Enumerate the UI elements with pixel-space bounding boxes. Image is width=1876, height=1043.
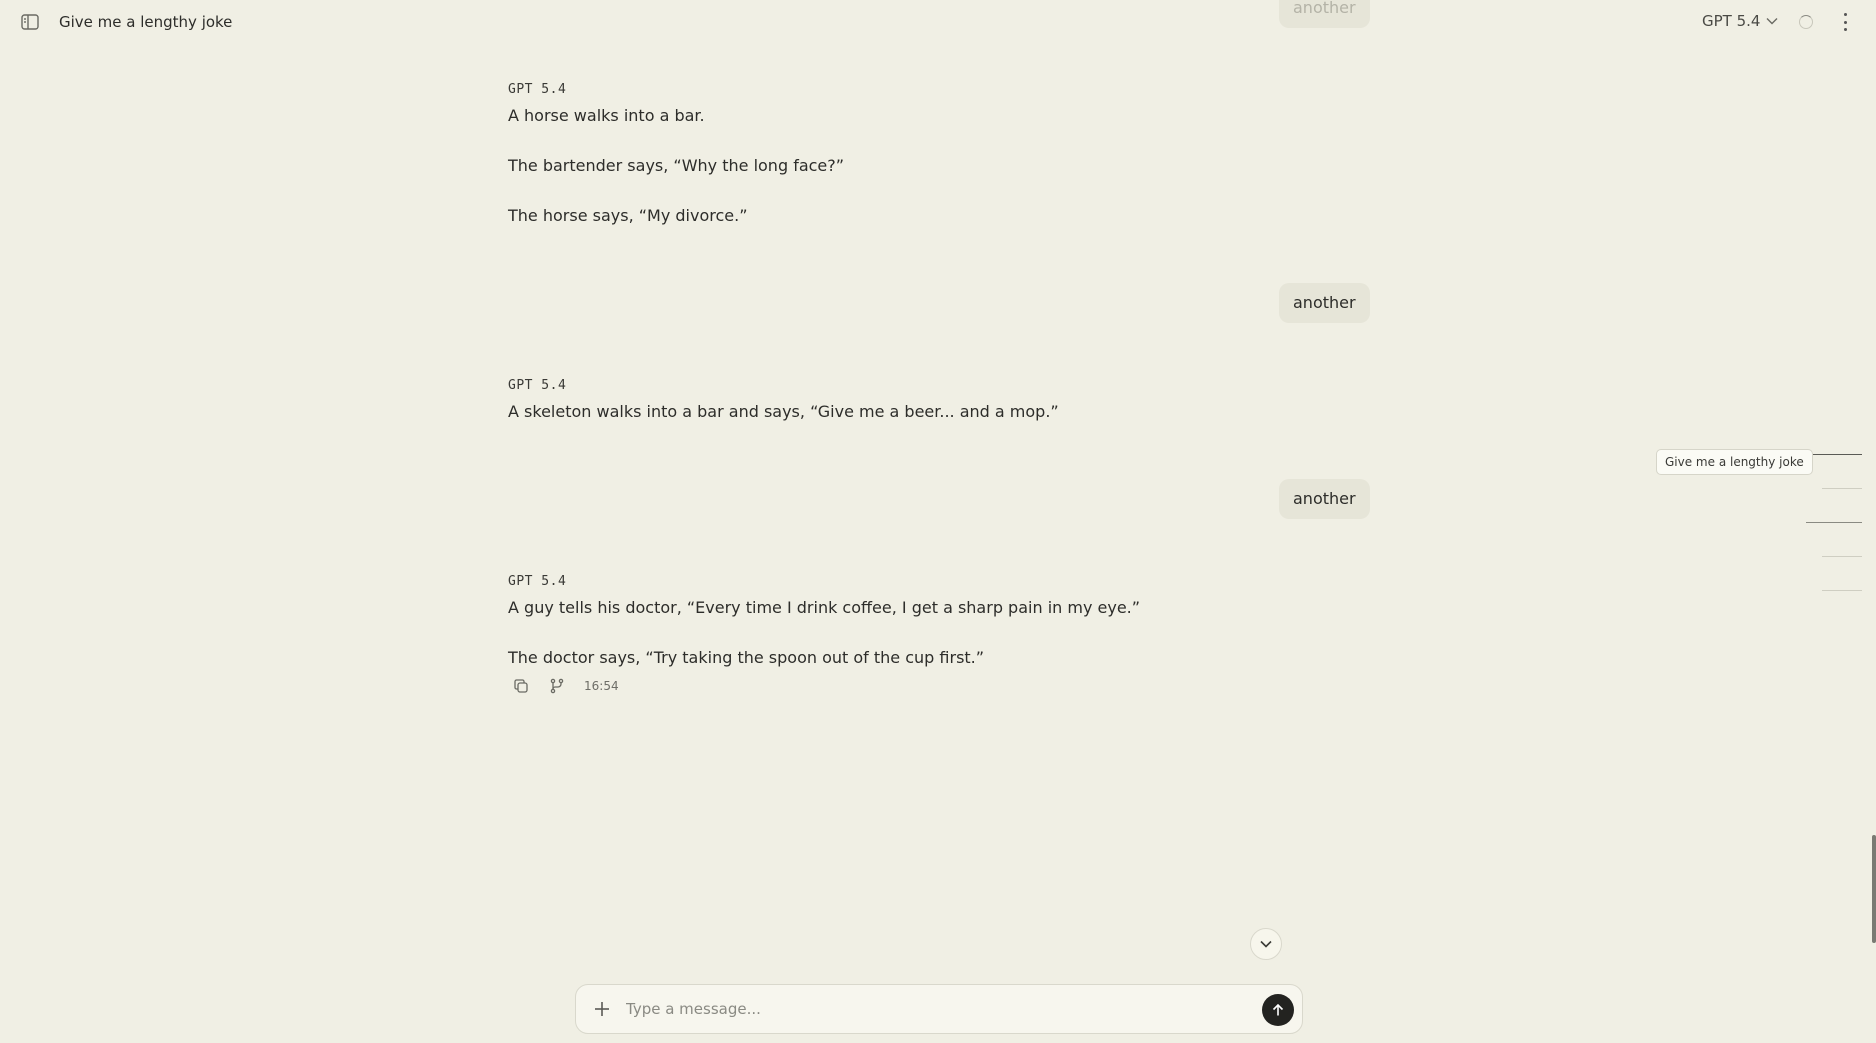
spinner-icon [1799, 15, 1813, 29]
arrow-up-icon [1272, 1003, 1284, 1016]
plus-icon[interactable] [592, 999, 612, 1019]
minimap-marker[interactable] [1822, 590, 1862, 591]
message-timestamp: 16:54 [584, 679, 619, 693]
message-actions: 16:54 [512, 677, 619, 695]
assistant-message-line: The doctor says, “Try taking the spoon o… [508, 648, 985, 667]
user-message: another [1279, 479, 1370, 519]
branch-icon[interactable] [548, 677, 566, 695]
send-button[interactable] [1262, 994, 1294, 1026]
assistant-model-label: GPT 5.4 [508, 378, 567, 393]
minimap-marker[interactable] [1822, 488, 1862, 489]
assistant-model-label: GPT 5.4 [508, 82, 567, 97]
chat-title: Give me a lengthy joke [59, 13, 233, 31]
copy-icon[interactable] [512, 677, 530, 695]
assistant-message-line: A skeleton walks into a bar and says, “G… [508, 402, 1059, 421]
minimap-marker[interactable] [1822, 556, 1862, 557]
assistant-message-line: The horse says, “My divorce.” [508, 206, 748, 225]
model-picker-label: GPT 5.4 [1702, 12, 1761, 30]
minimap-tooltip: Give me a lengthy joke [1656, 449, 1813, 475]
model-picker[interactable]: GPT 5.4 [1702, 12, 1778, 30]
assistant-model-label: GPT 5.4 [508, 574, 567, 589]
sidebar-toggle-icon[interactable] [21, 14, 39, 30]
assistant-message-line: A guy tells his doctor, “Every time I dr… [508, 598, 1141, 617]
scroll-to-bottom-button[interactable] [1250, 928, 1282, 960]
user-message: another [1279, 0, 1370, 28]
assistant-message-line: The bartender says, “Why the long face?” [508, 156, 845, 175]
chevron-down-icon [1260, 940, 1272, 948]
message-composer [575, 984, 1303, 1034]
minimap-marker[interactable] [1806, 522, 1862, 523]
chevron-down-icon [1766, 18, 1778, 25]
more-vertical-icon[interactable] [1840, 13, 1850, 31]
scrollbar-thumb[interactable] [1872, 835, 1876, 943]
assistant-message-line: A horse walks into a bar. [508, 106, 705, 125]
message-input[interactable] [626, 995, 1226, 1023]
user-message: another [1279, 283, 1370, 323]
